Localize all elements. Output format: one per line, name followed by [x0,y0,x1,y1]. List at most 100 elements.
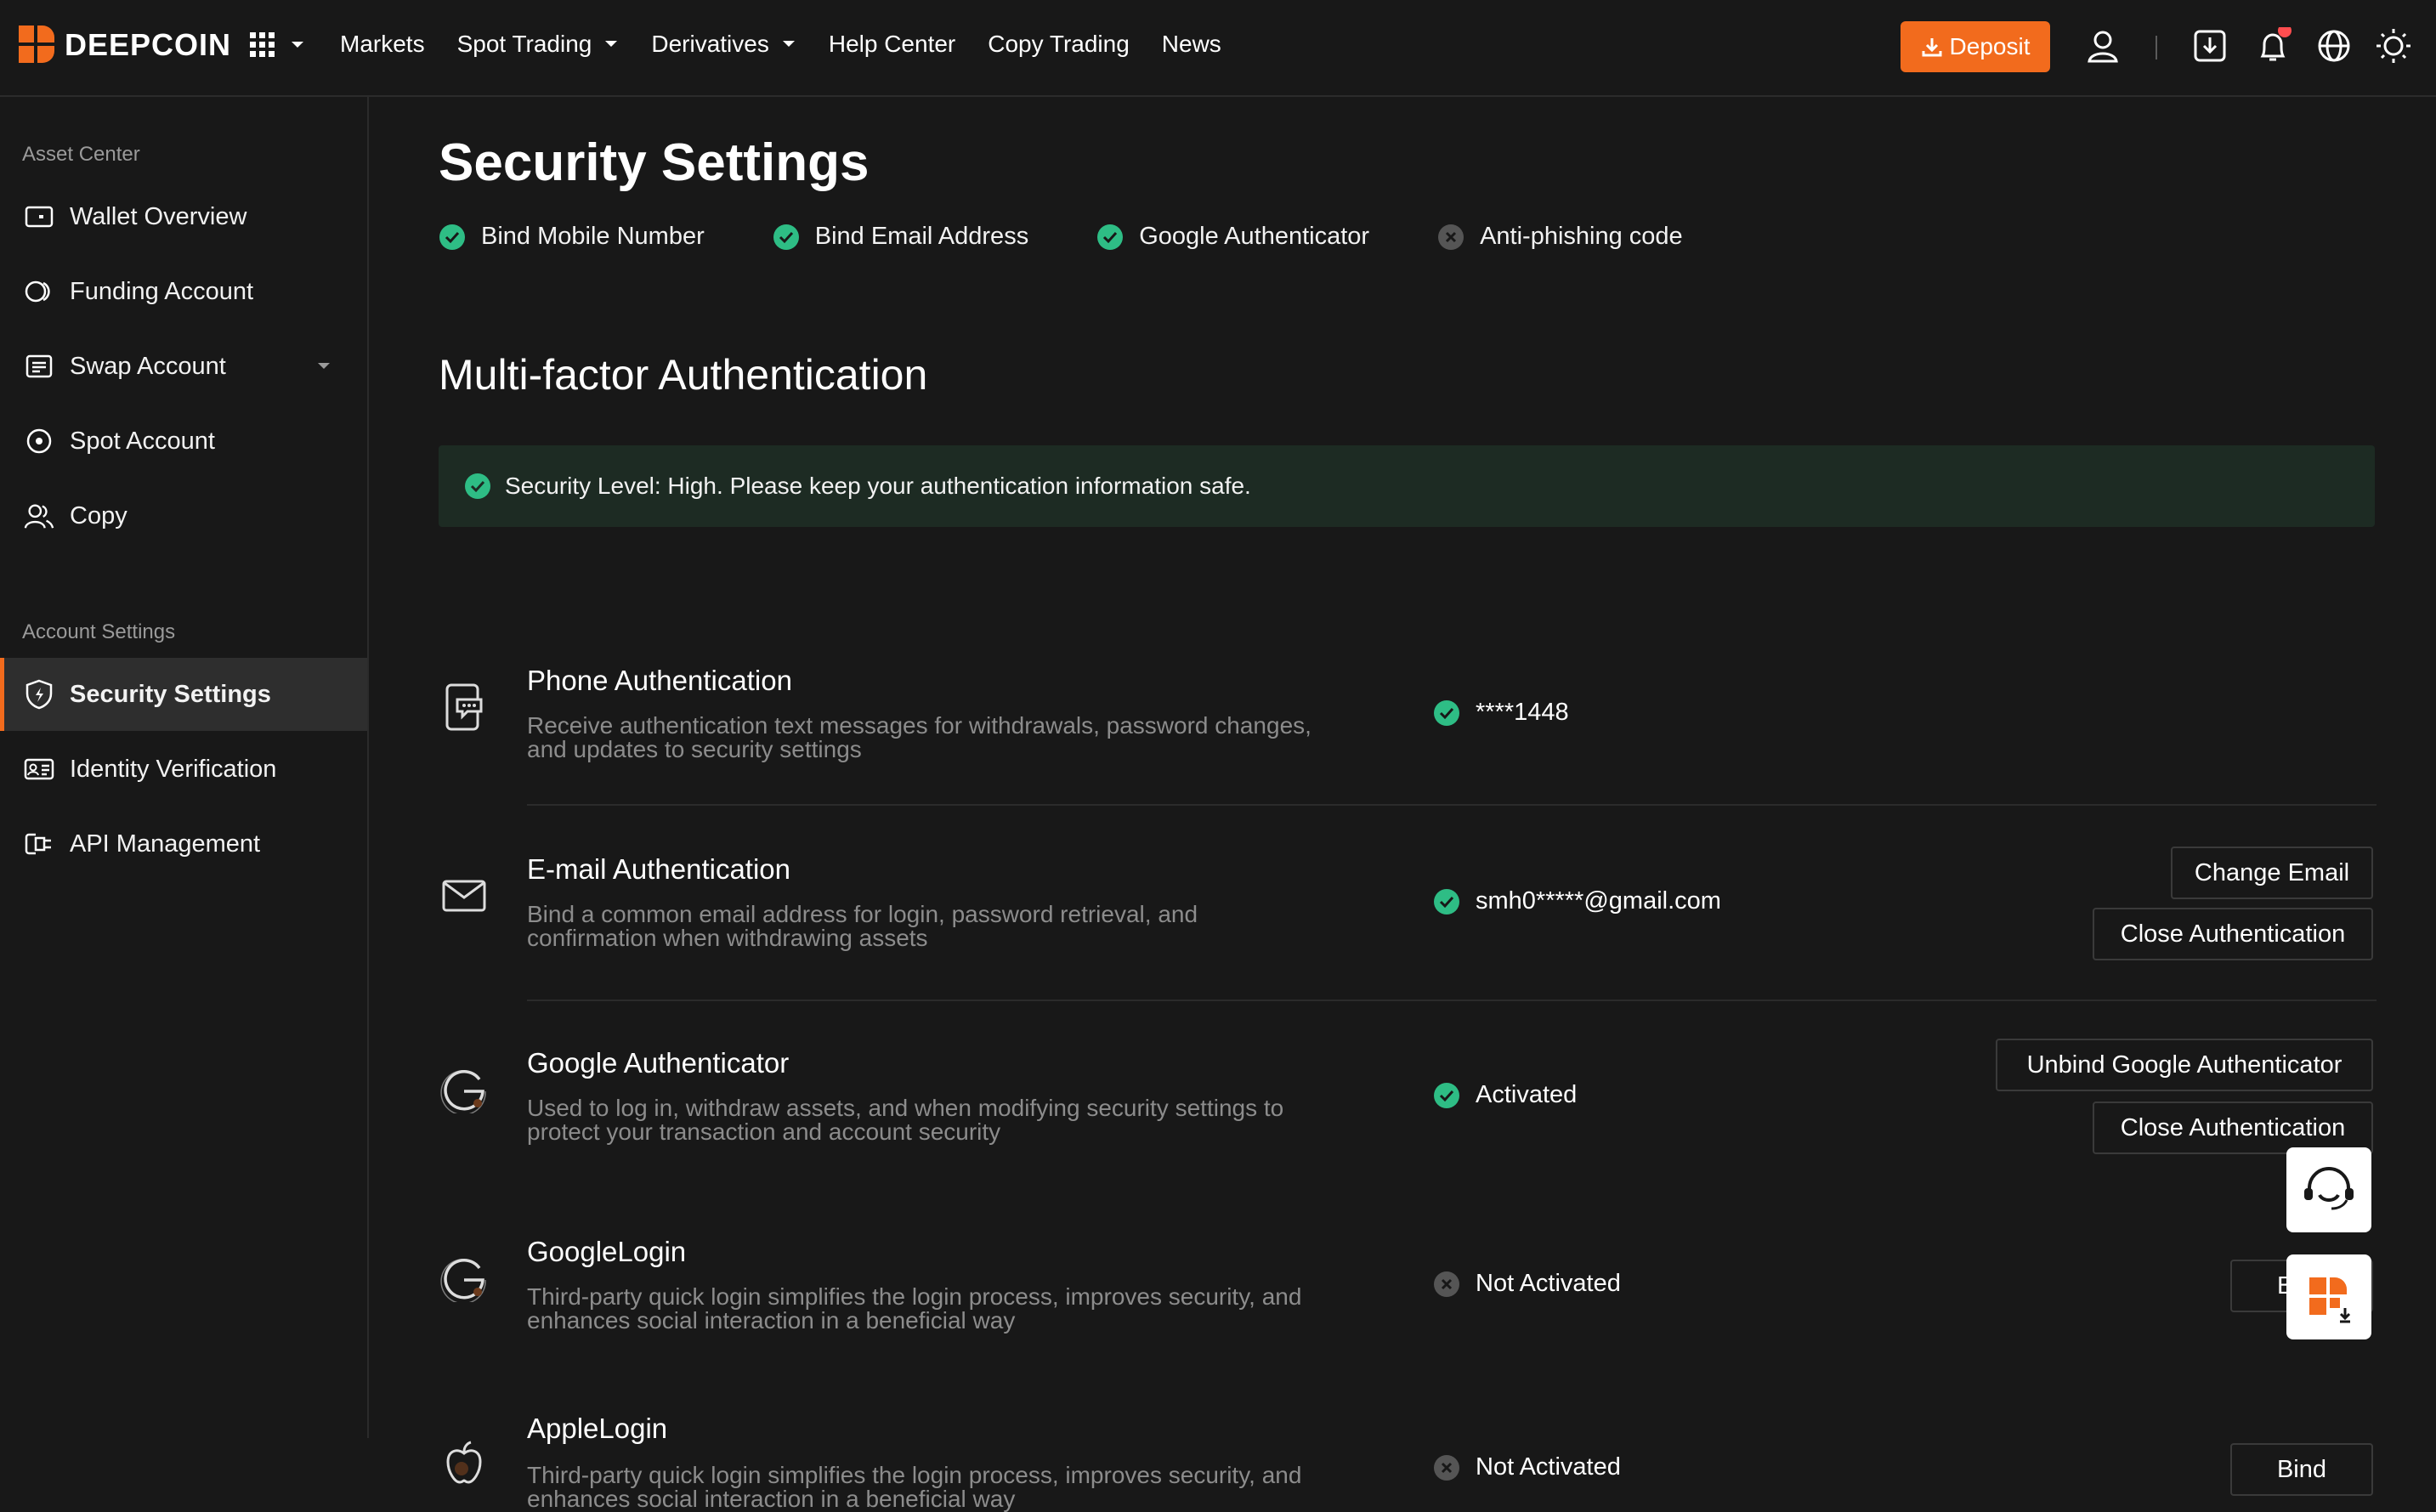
sidebar-item-label: Identity Verification [70,755,277,783]
x-circle-icon [1433,1271,1460,1298]
sidebar-item-funding-account[interactable]: Funding Account [0,255,367,328]
chevron-down-icon [318,363,330,369]
sidebar-item-label: Funding Account [70,277,254,305]
auth-title: Google Authenticator [527,1047,790,1079]
deepcoin-logo-mark-icon [19,25,54,63]
auth-row-phone: Phone Authentication Receive authenticat… [439,569,2377,806]
header-divider [2156,36,2157,59]
x-circle-icon [1437,224,1464,251]
nav-derivatives[interactable]: Derivatives [651,31,796,58]
auth-title: AppleLogin [527,1413,668,1444]
page-title: Security Settings [439,133,870,192]
logo-text: DEEPCOIN [65,27,232,62]
nav-news[interactable]: News [1162,31,1221,58]
nav-label: News [1161,31,1221,57]
auth-description-line: Third-party quick login simplifies the l… [527,1462,1302,1488]
main-nav: Markets Spot Trading Derivatives Help Ce… [340,31,1254,58]
google-icon [439,1253,490,1304]
step-label: Bind Mobile Number [481,223,705,250]
app-download-icon [2309,1277,2351,1323]
step-bind-email: Bind Email Address [773,223,1028,251]
auth-title: GoogleLogin [527,1236,687,1267]
check-circle-icon [1096,224,1124,251]
sidebar-item-spot-account[interactable]: Spot Account [0,405,367,478]
user-icon[interactable] [2084,27,2122,68]
auth-status-text: smh0*****@gmail.com [1476,887,1721,915]
deposit-button[interactable]: Deposit [1901,21,2050,72]
auth-description-line: confirmation when withdrawing assets [527,925,928,951]
auth-status: ****1448 [1433,699,1569,727]
auth-status-text: Activated [1476,1081,1578,1108]
id-card-icon [24,754,54,784]
email-icon [439,870,490,921]
nav-markets[interactable]: Markets [340,31,425,58]
auth-title: Phone Authentication [527,665,792,696]
auth-description: Bind a common email address for login, p… [527,903,1377,950]
check-circle-icon [1433,888,1460,915]
deepcoin-logo[interactable]: DEEPCOIN [19,25,231,65]
bind-apple-login-button[interactable]: Bind [2230,1443,2373,1496]
support-chat-icon [2304,1167,2354,1210]
security-progress-steps: Bind Mobile Number Bind Email Address Go… [439,223,1751,251]
auth-row-email: E-mail Authentication Bind a common emai… [439,758,2377,1001]
auth-row-apple-login: AppleLogin Third-party quick login simpl… [439,1324,2377,1511]
auth-status: smh0*****@gmail.com [1433,887,1721,915]
grid-icon [250,32,275,57]
auth-description-line: Receive authentication text messages for… [527,712,1311,739]
api-icon [24,829,54,859]
nav-label: Derivatives [651,31,769,57]
download-arrow-icon [1922,38,1942,57]
sidebar-item-swap-account[interactable]: Swap Account [0,330,367,403]
check-circle-icon [773,224,800,251]
auth-description-line: enhances social interaction in a benefic… [527,1486,1016,1512]
auth-status: Not Activated [1433,1453,1621,1481]
bell-icon[interactable] [2254,24,2293,68]
theme-icon[interactable] [2375,27,2412,68]
app-download-button[interactable] [2286,1254,2371,1339]
nav-help-center[interactable]: Help Center [829,31,955,58]
sidebar-item-label: Swap Account [70,352,226,380]
nav-copy-trading[interactable]: Copy Trading [988,31,1130,58]
step-google-authenticator: Google Authenticator [1096,223,1369,251]
check-circle-icon [1433,1082,1460,1109]
sidebar-item-api-management[interactable]: API Management [0,807,367,881]
auth-status: Not Activated [1433,1270,1621,1298]
sidebar-item-label: API Management [70,830,261,858]
globe-icon[interactable] [2315,27,2353,68]
nav-spot-trading[interactable]: Spot Trading [457,31,620,58]
download-icon[interactable] [2191,27,2229,68]
unbind-google-authenticator-button[interactable]: Unbind Google Authenticator [1996,1039,2373,1091]
nav-label: Spot Trading [456,31,592,57]
phone-sms-icon [439,682,490,733]
security-level-banner: Security Level: High. Please keep your a… [439,445,2375,527]
auth-description: Used to log in, withdraw assets, and whe… [527,1096,1377,1144]
auth-description-line: Used to log in, withdraw assets, and whe… [527,1095,1284,1121]
wallet-icon [24,201,54,232]
step-label: Google Authenticator [1139,223,1370,250]
auth-description-line: Third-party quick login simplifies the l… [527,1283,1302,1310]
support-chat-button[interactable] [2286,1147,2371,1232]
step-anti-phishing[interactable]: Anti-phishing code [1437,223,1683,251]
chevron-down-icon [782,41,795,47]
sidebar: Asset Center Wallet Overview Funding Acc… [0,97,369,1438]
sidebar-item-wallet-overview[interactable]: Wallet Overview [0,180,367,253]
section-title-mfa: Multi-factor Authentication [439,351,928,399]
sidebar-item-copy[interactable]: Copy [0,479,367,552]
auth-row-google-authenticator: Google Authenticator Used to log in, wit… [439,952,2377,1164]
sidebar-item-label: Copy [70,501,127,529]
x-circle-icon [1433,1454,1460,1481]
sidebar-item-security-settings[interactable]: Security Settings [0,658,367,731]
auth-description-line: Bind a common email address for login, p… [527,901,1198,927]
auth-description: Third-party quick login simplifies the l… [527,1464,1377,1511]
sidebar-item-label: Wallet Overview [70,202,247,230]
nav-label: Markets [340,31,425,57]
step-label: Anti-phishing code [1480,223,1683,250]
sidebar-item-identity-verification[interactable]: Identity Verification [0,733,367,806]
apps-menu[interactable] [248,31,306,59]
change-email-button[interactable]: Change Email [2171,847,2373,899]
auth-status-text: Not Activated [1476,1270,1621,1297]
check-circle-icon [439,224,466,251]
auth-title: E-mail Authentication [527,853,791,885]
top-navigation-bar: DEEPCOIN Markets Spot Trading Derivative… [0,0,2436,97]
nav-label: Help Center [828,31,956,57]
